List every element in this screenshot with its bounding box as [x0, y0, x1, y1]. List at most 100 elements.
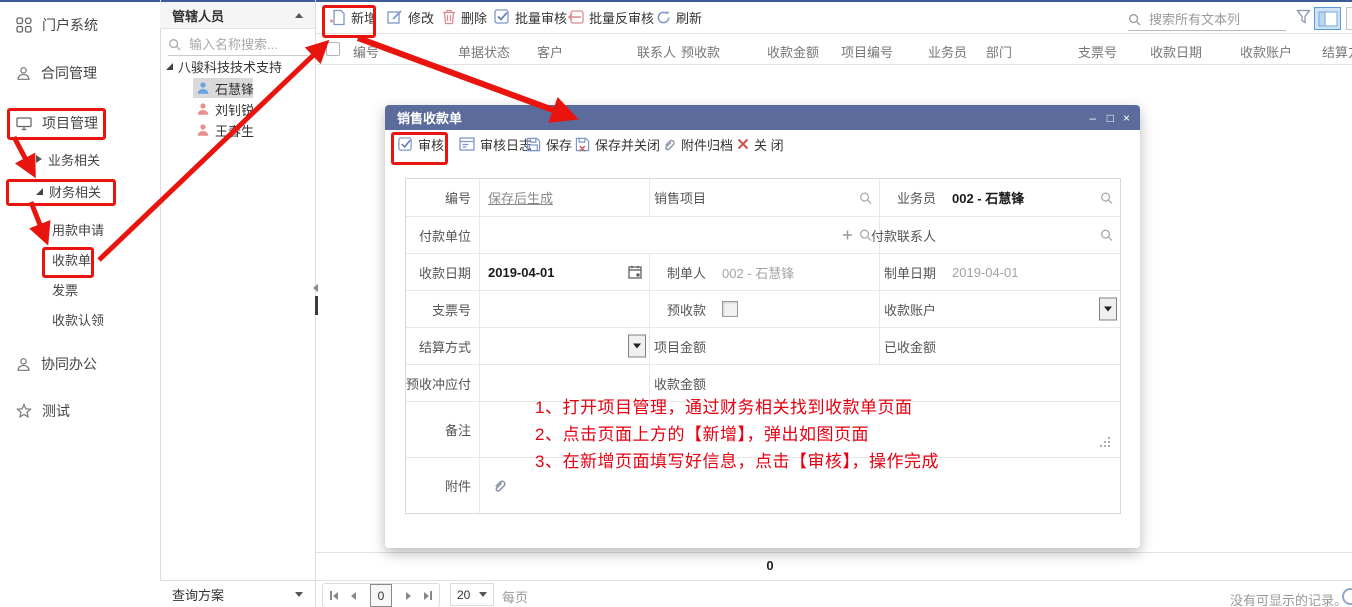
edit-button[interactable]: 修改 [387, 6, 434, 28]
column-header-no[interactable]: 编号 [353, 42, 379, 61]
sidebar-item-receipt-claim[interactable]: 收款认领 [52, 308, 104, 330]
search-icon[interactable] [859, 191, 872, 204]
field-salesman[interactable]: 002 - 石慧锋 [944, 179, 1120, 216]
dialog-title: 销售收款单 [397, 108, 462, 127]
sidebar-item-invoice[interactable]: 发票 [52, 278, 78, 300]
field-date[interactable]: 2019-04-01 [480, 253, 650, 290]
column-header-salesman[interactable]: 业务员 [928, 42, 967, 61]
current-page-box[interactable]: 0 [370, 584, 392, 607]
field-account[interactable] [944, 290, 1120, 327]
column-header-department[interactable]: 部门 [986, 42, 1012, 61]
column-header-date[interactable]: 收款日期 [1150, 42, 1202, 61]
approve-log-button[interactable]: 审核日志 [459, 132, 532, 156]
save-button[interactable]: 保存 [526, 132, 572, 156]
sidebar-item-contracts[interactable]: 合同管理 [16, 60, 97, 86]
delete-button[interactable]: 删除 [442, 6, 487, 28]
last-page-button[interactable] [424, 591, 432, 600]
sidebar-item-collaboration[interactable]: 协同办公 [16, 351, 97, 377]
maximize-button[interactable]: □ [1107, 105, 1114, 130]
filter-funnel-icon[interactable] [1296, 9, 1311, 24]
field-cheque[interactable] [480, 290, 650, 327]
advance-checkbox[interactable] [722, 301, 738, 317]
column-header-cheque[interactable]: 支票号 [1078, 42, 1117, 61]
receipt-form: 编号 保存后生成 销售项目 业务员 002 - 石慧锋 付款单位 付款联系人 收… [405, 178, 1121, 514]
collapse-up-icon[interactable] [295, 13, 303, 18]
select-all-checkbox[interactable] [326, 42, 340, 56]
close-button[interactable]: × [1123, 105, 1130, 130]
column-header-advance[interactable]: 预收款 [681, 42, 720, 61]
field-project[interactable] [714, 179, 880, 216]
tree-person-shihuifeng[interactable]: 石慧锋 [196, 78, 254, 98]
search-icon[interactable] [1100, 229, 1113, 242]
person-icon [16, 357, 31, 372]
approve-button[interactable]: 审核 [398, 132, 444, 156]
search-icon[interactable] [1100, 191, 1113, 204]
dialog-titlebar[interactable]: 销售收款单 [385, 105, 1140, 130]
column-header-customer[interactable]: 客户 [537, 42, 563, 61]
tree-person-wangchunsheng[interactable]: 王春生 [196, 120, 254, 140]
batch-approve-button[interactable]: 批量审核 [494, 6, 567, 28]
column-header-settlement[interactable]: 结算方式 [1322, 42, 1352, 61]
minimize-button[interactable]: – [1089, 105, 1096, 130]
tree-person-liuzhaorui[interactable]: 刘钊锐 [196, 99, 254, 119]
close-dialog-button[interactable]: 关 闭 [737, 132, 784, 156]
batch-unapprove-button[interactable]: 批量反审核 [567, 6, 654, 28]
attachment-archive-button[interactable]: 附件归档 [662, 132, 733, 156]
field-amount[interactable] [714, 364, 1120, 401]
tree-panel-header[interactable]: 管辖人员 [160, 2, 315, 29]
panel-collapse-icon[interactable] [313, 284, 318, 292]
field-label-date: 收款日期 [406, 253, 480, 290]
paperclip-icon[interactable] [492, 477, 507, 494]
field-project-amount[interactable] [714, 327, 880, 364]
field-payer[interactable] [480, 216, 880, 253]
field-payer-contact[interactable] [944, 216, 1120, 253]
field-advance-offset[interactable] [480, 364, 650, 401]
field-remark[interactable] [480, 401, 1120, 457]
add-button[interactable]: 新增 [330, 6, 377, 28]
next-page-button[interactable] [406, 592, 411, 600]
sidebar-item-finance[interactable]: 财务相关 [36, 180, 101, 202]
sidebar-item-business[interactable]: 业务相关 [36, 148, 100, 170]
save-close-button[interactable]: 保存并关闭 [575, 132, 660, 156]
tree-expanded-icon[interactable] [166, 63, 173, 70]
field-no-value: 保存后生成 [488, 188, 553, 207]
sidebar-item-projects[interactable]: 项目管理 [16, 110, 98, 136]
field-attachment[interactable] [480, 457, 1120, 513]
resize-grip-icon[interactable] [1108, 445, 1110, 447]
sidebar-item-payment-request[interactable]: 用款申请 [52, 218, 104, 240]
column-header-account[interactable]: 收款账户 [1240, 42, 1292, 61]
calendar-icon[interactable] [628, 265, 642, 279]
refresh-icon [656, 10, 671, 25]
splitter-handle[interactable] [315, 296, 318, 315]
columns-layout-icon[interactable] [1314, 7, 1341, 30]
page-size-select[interactable]: 20 [450, 583, 494, 606]
dropdown-button[interactable] [628, 335, 646, 358]
tree-search-input[interactable] [187, 36, 301, 53]
field-no[interactable]: 保存后生成 [480, 179, 650, 216]
refresh-button[interactable]: 刷新 [656, 6, 702, 28]
table-search-input[interactable] [1147, 11, 1279, 28]
table-search[interactable] [1128, 8, 1286, 31]
column-header-status[interactable]: 单据状态 [458, 42, 510, 61]
first-page-button[interactable] [330, 591, 338, 600]
tree-search[interactable] [168, 33, 308, 56]
prev-page-button[interactable] [351, 592, 356, 600]
sidebar-item-label: 项目管理 [42, 113, 98, 133]
per-page-label: 每页 [502, 587, 528, 606]
sidebar-item-receipt[interactable]: 收款单 [52, 248, 91, 270]
sidebar-item-test[interactable]: 测试 [16, 398, 70, 424]
refresh-fab-icon[interactable] [1342, 588, 1352, 605]
query-plan-bar[interactable]: 查询方案 [160, 580, 315, 607]
clipped-toolbox-icon[interactable] [1346, 7, 1352, 30]
field-received-amount[interactable] [944, 327, 1120, 364]
dropdown-button[interactable] [1099, 298, 1117, 321]
table-header-divider [316, 64, 1352, 65]
tree-root-node[interactable]: 八骏科技技术支持 [166, 56, 282, 76]
column-header-project-no[interactable]: 项目编号 [841, 42, 893, 61]
add-icon[interactable] [842, 230, 853, 241]
app-window: 门户系统 合同管理 项目管理 业务相关 财务相关 用款申请 收款单 发票 收款认… [0, 0, 1352, 607]
field-settle[interactable] [480, 327, 650, 364]
column-header-contact[interactable]: 联系人 [637, 42, 676, 61]
sidebar-item-portal[interactable]: 门户系统 [16, 12, 98, 38]
column-header-amount[interactable]: 收款金额 [767, 42, 819, 61]
